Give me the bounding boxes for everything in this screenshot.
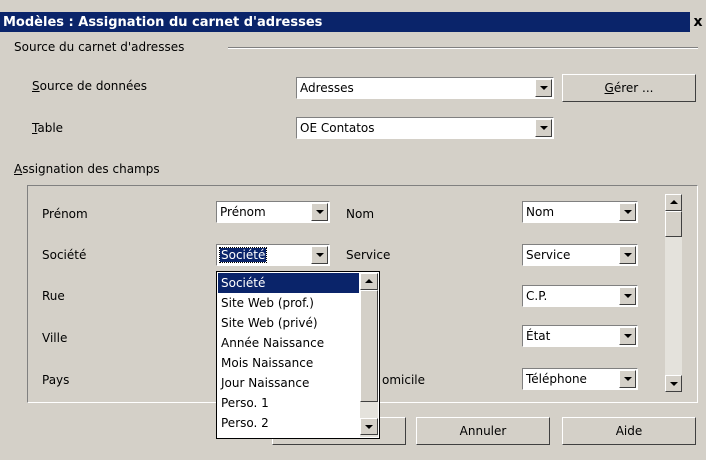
dropdown-option[interactable]: Site Web (privé) <box>218 313 359 333</box>
table-combo[interactable]: OE Contatos <box>296 117 554 139</box>
dropdown-option[interactable]: Site Web (prof.) <box>218 293 359 313</box>
help-button[interactable]: Aide <box>562 417 696 445</box>
phone-value: Téléphone <box>526 372 587 386</box>
company-value: Société <box>218 247 268 263</box>
department-value: Service <box>526 248 571 262</box>
department-combo[interactable]: Service <box>522 244 638 266</box>
dropdown-option[interactable]: Société <box>218 273 359 293</box>
lastname-dropdown-button[interactable] <box>619 203 636 221</box>
field-label-department: Service <box>346 248 391 262</box>
cancel-button[interactable]: Annuler <box>416 417 550 445</box>
title-bar[interactable]: Modèles : Assignation du carnet d'adress… <box>0 12 706 32</box>
datasource-combo[interactable]: Adresses <box>296 77 554 99</box>
lastname-value: Nom <box>526 205 555 219</box>
phone-combo[interactable]: Téléphone <box>522 368 638 390</box>
field-label-city: Ville <box>42 331 68 345</box>
dropdown-option[interactable]: Année Naissance <box>218 333 359 353</box>
lastname-combo[interactable]: Nom <box>522 201 638 223</box>
field-assignment-label: Assignation des champs <box>14 162 160 176</box>
dropdown-option[interactable]: Perso. 1 <box>218 393 359 413</box>
chevron-up-icon <box>365 279 373 283</box>
field-label-country: Pays <box>42 373 70 387</box>
phone-dropdown-button[interactable] <box>619 370 636 388</box>
state-value: État <box>526 329 551 343</box>
table-value: OE Contatos <box>300 121 375 135</box>
datasource-label: Source de données <box>32 79 148 93</box>
dropdown-scroll-down-button[interactable] <box>360 418 378 435</box>
chevron-down-icon <box>316 210 324 214</box>
fields-scrollbar[interactable] <box>665 194 682 392</box>
firstname-combo[interactable]: Prénom <box>216 201 330 223</box>
firstname-dropdown-button[interactable] <box>311 203 328 221</box>
state-dropdown-button[interactable] <box>619 327 636 345</box>
zipcode-combo[interactable]: C.P. <box>522 285 638 307</box>
company-combo[interactable]: Société <box>216 244 330 266</box>
chevron-down-icon <box>624 210 632 214</box>
datasource-dropdown-button[interactable] <box>535 79 552 97</box>
close-button[interactable]: x <box>690 12 706 32</box>
field-label-lastname: Nom <box>346 207 375 221</box>
firstname-value: Prénom <box>220 205 266 219</box>
source-group-label: Source du carnet d'adresses <box>14 40 185 54</box>
scroll-down-button[interactable] <box>665 375 682 392</box>
dropdown-option[interactable]: Perso. 2 <box>218 413 359 433</box>
department-dropdown-button[interactable] <box>619 246 636 264</box>
state-combo[interactable]: État <box>522 325 638 347</box>
field-label-firstname: Prénom <box>42 207 88 221</box>
dropdown-option[interactable]: Mois Naissance <box>218 353 359 373</box>
chevron-down-icon <box>316 253 324 257</box>
source-group-separator <box>228 47 698 49</box>
chevron-down-icon <box>670 382 678 386</box>
chevron-down-icon <box>540 126 548 130</box>
chevron-up-icon <box>670 200 678 204</box>
chevron-down-icon <box>365 425 373 429</box>
field-label-street: Rue <box>42 289 65 303</box>
dropdown-scrollbar[interactable] <box>360 273 378 437</box>
chevron-down-icon <box>624 334 632 338</box>
dropdown-scroll-up-button[interactable] <box>360 273 378 290</box>
scroll-thumb[interactable] <box>665 211 682 237</box>
company-dropdown-list[interactable]: Société Site Web (prof.) Site Web (privé… <box>216 271 380 439</box>
window-title: Modèles : Assignation du carnet d'adress… <box>3 15 323 30</box>
dialog-window: Modèles : Assignation du carnet d'adress… <box>0 0 706 460</box>
chevron-down-icon <box>624 294 632 298</box>
company-dropdown-button[interactable] <box>311 246 328 264</box>
zipcode-dropdown-button[interactable] <box>619 287 636 305</box>
dropdown-option[interactable]: Jour Naissance <box>218 373 359 393</box>
manage-button[interactable]: Gérer ... <box>562 74 696 102</box>
table-label: Table <box>32 121 64 135</box>
field-label-company: Société <box>42 248 87 262</box>
datasource-value: Adresses <box>300 81 354 95</box>
table-dropdown-button[interactable] <box>535 119 552 137</box>
zipcode-value: C.P. <box>526 289 548 303</box>
field-label-home-phone: omicile <box>382 373 426 387</box>
chevron-down-icon <box>540 86 548 90</box>
dropdown-scroll-thumb[interactable] <box>360 290 378 402</box>
scroll-up-button[interactable] <box>665 194 682 211</box>
chevron-down-icon <box>624 377 632 381</box>
chevron-down-icon <box>624 253 632 257</box>
